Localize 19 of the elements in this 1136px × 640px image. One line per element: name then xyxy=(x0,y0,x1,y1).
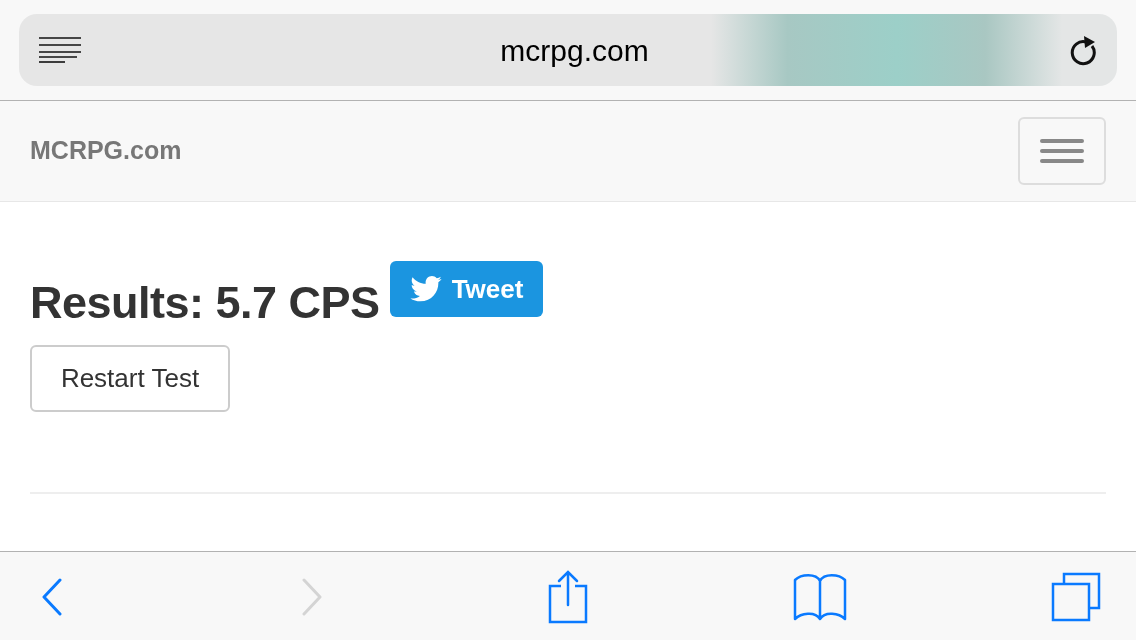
menu-button[interactable] xyxy=(1018,117,1106,185)
menu-icon xyxy=(1040,139,1084,163)
back-button[interactable] xyxy=(41,578,63,616)
share-button[interactable] xyxy=(548,570,588,624)
brand-link[interactable]: MCRPG.com xyxy=(30,132,182,170)
tabs-button[interactable] xyxy=(1051,572,1101,622)
address-bar[interactable]: mcrpg.com xyxy=(19,14,1117,86)
reader-icon[interactable] xyxy=(39,37,81,63)
url-text: mcrpg.com xyxy=(500,32,649,69)
restart-button[interactable]: Restart Test xyxy=(30,345,230,412)
tabs-icon xyxy=(1051,572,1101,622)
results-heading: Results: 5.7 CPS xyxy=(30,276,380,330)
reload-icon[interactable] xyxy=(1068,34,1098,66)
back-icon xyxy=(41,578,63,616)
bookmarks-button[interactable] xyxy=(793,573,847,621)
forward-icon xyxy=(301,578,323,616)
book-icon xyxy=(793,573,847,621)
share-icon xyxy=(548,570,588,624)
bird-icon xyxy=(409,276,442,302)
